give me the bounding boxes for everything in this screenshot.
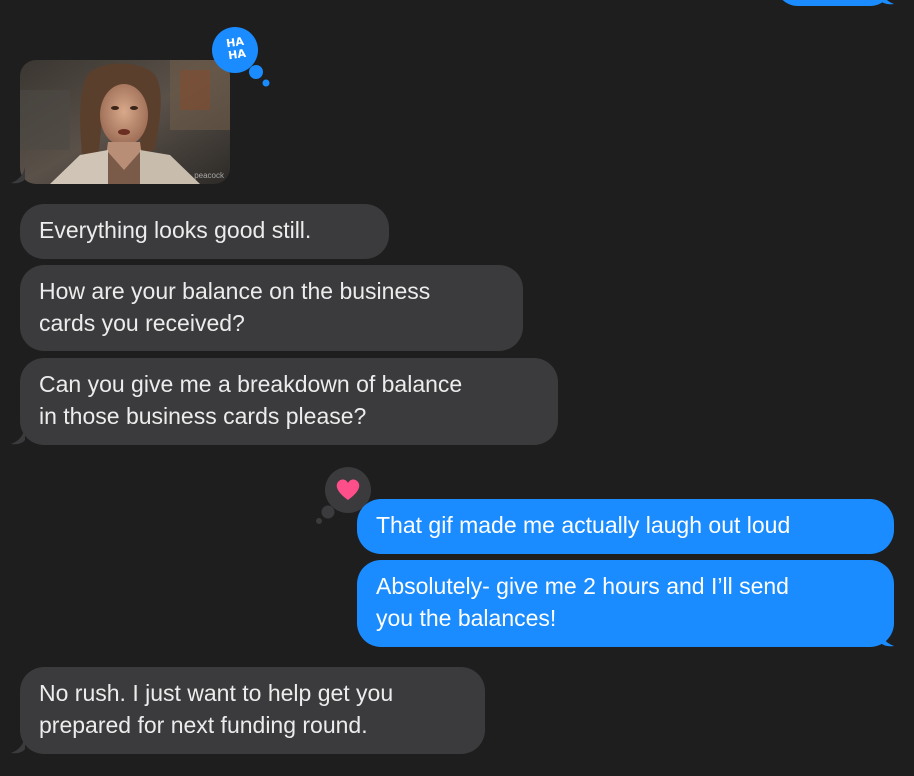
haha-tapback[interactable]: HA HA	[212, 27, 274, 87]
message-bubble-outgoing[interactable]: That gif made me actually laugh out loud	[357, 499, 894, 554]
gif-watermark: peacock	[194, 171, 224, 180]
gif-attachment[interactable]: peacock	[20, 60, 230, 184]
message-bubble-incoming[interactable]: How are your balance on the business car…	[20, 265, 523, 351]
partial-outgoing-bubble-tail	[880, 0, 894, 5]
gif-tail	[11, 167, 25, 184]
incoming-bubble-tail	[11, 737, 25, 754]
message-bubble-incoming[interactable]: No rush. I just want to help get you pre…	[20, 667, 485, 754]
message-bubble-incoming[interactable]: Can you give me a breakdown of balance i…	[20, 358, 558, 445]
message-bubble-incoming[interactable]: Everything looks good still.	[20, 204, 389, 259]
incoming-bubble-tail	[11, 428, 25, 445]
message-bubble-outgoing[interactable]: Absolutely- give me 2 hours and I’ll sen…	[357, 560, 894, 647]
gif-image	[20, 60, 230, 184]
outgoing-bubble-tail	[880, 630, 894, 647]
partial-outgoing-bubble[interactable]	[775, 0, 893, 6]
